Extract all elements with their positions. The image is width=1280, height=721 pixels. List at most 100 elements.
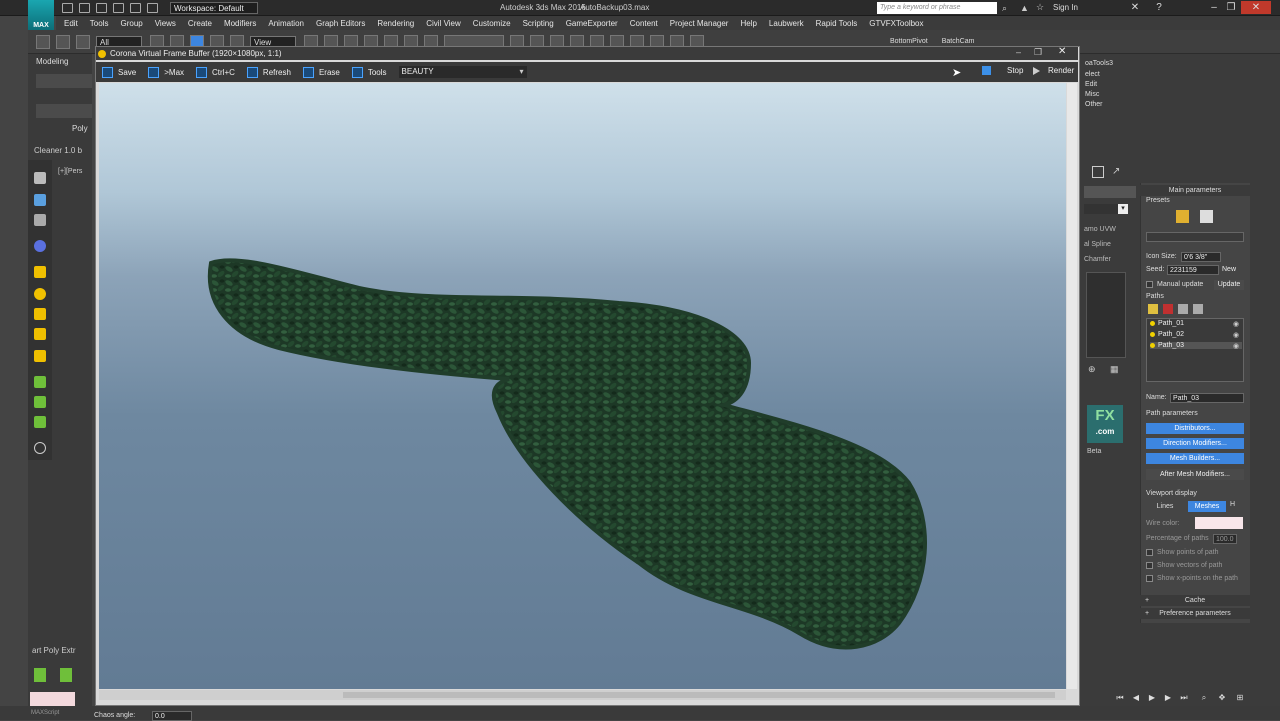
communication-center-icon[interactable]: ▲: [1020, 3, 1029, 13]
right-strip-tools[interactable]: oaTools3: [1085, 60, 1113, 67]
wire-color-swatch[interactable]: [1195, 517, 1243, 529]
menu-tools[interactable]: Tools: [90, 19, 109, 28]
vfb-title[interactable]: Corona Virtual Frame Buffer (1920×1080px…: [96, 47, 1078, 60]
menu-customize[interactable]: Customize: [473, 19, 511, 28]
list-item[interactable]: Path_03: [1150, 342, 1242, 349]
toolbar-bottom-pivot[interactable]: BottomPivot: [890, 38, 928, 45]
new-seed-button[interactable]: New: [1222, 266, 1236, 273]
go-to-end-icon[interactable]: ⏭: [1178, 693, 1190, 703]
path-name-input[interactable]: Path_03: [1170, 393, 1244, 403]
menu-help[interactable]: Help: [740, 19, 756, 28]
favorites-star-icon[interactable]: ☆: [1036, 2, 1044, 13]
show-xpoints-checkbox[interactable]: [1146, 575, 1153, 582]
start-render-button[interactable]: Render: [1033, 66, 1074, 75]
menu-group[interactable]: Group: [120, 19, 142, 28]
torus-icon[interactable]: [34, 308, 46, 320]
pan-icon[interactable]: ✥: [1216, 693, 1228, 703]
save-preset-icon[interactable]: [1200, 210, 1213, 223]
tools-button[interactable]: Tools: [351, 66, 387, 78]
to-max-button[interactable]: >Max: [148, 66, 184, 78]
right-strip-misc[interactable]: Misc: [1085, 91, 1099, 98]
menu-gtvfxtoolbox[interactable]: GTVFXToolbox: [869, 19, 923, 28]
vfb-close-icon[interactable]: ✕: [1058, 46, 1066, 57]
workspace-dropdown[interactable]: Workspace: Default: [170, 2, 258, 14]
sign-in-link[interactable]: Sign In: [1053, 3, 1078, 12]
list-item[interactable]: Path_02: [1150, 331, 1184, 338]
configure-sets-icon[interactable]: ▦: [1110, 364, 1119, 375]
green-tool-icon-2[interactable]: [60, 668, 72, 682]
path-list-icon[interactable]: [1193, 304, 1203, 314]
menu-edit[interactable]: Edit: [64, 19, 78, 28]
hidden-tab[interactable]: H: [1230, 501, 1235, 508]
minimize-window-icon[interactable]: –: [1207, 1, 1221, 14]
zoom-icon[interactable]: ⌕: [1198, 693, 1210, 703]
distributors-button[interactable]: Distributors...: [1146, 423, 1244, 434]
cache-rollout[interactable]: + Cache: [1140, 595, 1250, 606]
help-icon[interactable]: ?: [1152, 1, 1166, 14]
sun-icon[interactable]: [34, 350, 46, 362]
undo-icon[interactable]: [113, 3, 124, 13]
pick-path-icon[interactable]: [1178, 304, 1188, 314]
add-path-icon[interactable]: [1148, 304, 1158, 314]
modifier-button-unwrap[interactable]: amo UVW: [1084, 226, 1116, 233]
modify-panel-icon[interactable]: [1092, 166, 1104, 178]
show-points-checkbox[interactable]: [1146, 549, 1153, 556]
preference-parameters-rollout[interactable]: + Preference parameters: [1140, 608, 1250, 619]
vfb-minimize-icon[interactable]: –: [1016, 47, 1021, 57]
chevron-down-icon[interactable]: ▾: [1118, 204, 1128, 214]
light-icon[interactable]: [34, 288, 46, 300]
visibility-eye-icon[interactable]: ◉: [1233, 331, 1239, 339]
menu-laubwerk[interactable]: Laubwerk: [769, 19, 804, 28]
vertical-scrollbar[interactable]: [1067, 83, 1077, 689]
modifier-button-chamfer[interactable]: Chamfer: [1084, 256, 1111, 263]
open-preset-folder-icon[interactable]: [1176, 210, 1189, 223]
grid-icon[interactable]: [34, 214, 46, 226]
play-animation-icon[interactable]: ▶: [1146, 693, 1158, 703]
maximize-viewport-icon[interactable]: ⊞: [1234, 693, 1246, 703]
refresh-button[interactable]: Refresh: [246, 66, 291, 78]
select-link-icon[interactable]: [36, 34, 50, 49]
rendered-image[interactable]: [99, 83, 1066, 689]
manual-update-checkbox[interactable]: [1146, 281, 1153, 288]
info-icon[interactable]: [34, 442, 46, 454]
project-folder-icon[interactable]: [147, 3, 158, 13]
icon-size-input[interactable]: 0'6 3/8": [1181, 252, 1221, 262]
modifier-list-bar[interactable]: [1084, 186, 1136, 198]
menu-graph-editors[interactable]: Graph Editors: [316, 19, 365, 28]
show-vectors-checkbox[interactable]: [1146, 562, 1153, 569]
restore-window-icon[interactable]: ❐: [1224, 1, 1238, 14]
save-button[interactable]: Save: [102, 66, 136, 78]
app-logo-icon[interactable]: MAX: [28, 0, 54, 30]
open-file-icon[interactable]: [79, 3, 90, 13]
exchange-close-icon[interactable]: ✕: [1128, 1, 1142, 14]
camera-icon[interactable]: [34, 194, 46, 206]
copy-button[interactable]: Ctrl+C: [196, 66, 235, 78]
helper-icon[interactable]: [34, 376, 46, 388]
ribbon-tab-modeling[interactable]: Modeling: [36, 57, 68, 66]
new-file-icon[interactable]: [62, 3, 73, 13]
menu-create[interactable]: Create: [188, 19, 212, 28]
cylinder-icon[interactable]: [34, 328, 46, 340]
sphere-icon[interactable]: [34, 240, 46, 252]
update-button[interactable]: Update: [1214, 280, 1244, 290]
modifier-button-spline[interactable]: al Spline: [1084, 241, 1111, 248]
render-channel-dropdown[interactable]: BEAUTY: [398, 66, 527, 78]
visibility-eye-icon[interactable]: ◉: [1233, 342, 1239, 350]
stop-render-button[interactable]: Stop: [982, 66, 1023, 75]
redo-icon[interactable]: [130, 3, 141, 13]
go-to-start-icon[interactable]: ⏮: [1114, 693, 1126, 703]
paths-list[interactable]: [1146, 318, 1244, 382]
meshes-tab[interactable]: Meshes: [1188, 501, 1226, 512]
array-icon[interactable]: [34, 396, 46, 408]
green-tool-icon[interactable]: [34, 668, 46, 682]
menu-rapid-tools[interactable]: Rapid Tools: [816, 19, 858, 28]
direction-modifiers-button[interactable]: Direction Modifiers...: [1146, 438, 1244, 449]
preset-dropdown[interactable]: [1146, 232, 1244, 242]
lines-tab[interactable]: Lines: [1150, 501, 1180, 512]
horizontal-scrollbar-thumb[interactable]: [343, 692, 1055, 698]
hierarchy-icon[interactable]: ↗: [1112, 166, 1120, 177]
list-item[interactable]: Path_01: [1150, 320, 1184, 327]
teapot-icon[interactable]: [34, 172, 46, 184]
after-mesh-modifiers-button[interactable]: After Mesh Modifiers...: [1146, 469, 1244, 480]
next-frame-icon[interactable]: ▶: [1162, 693, 1174, 703]
